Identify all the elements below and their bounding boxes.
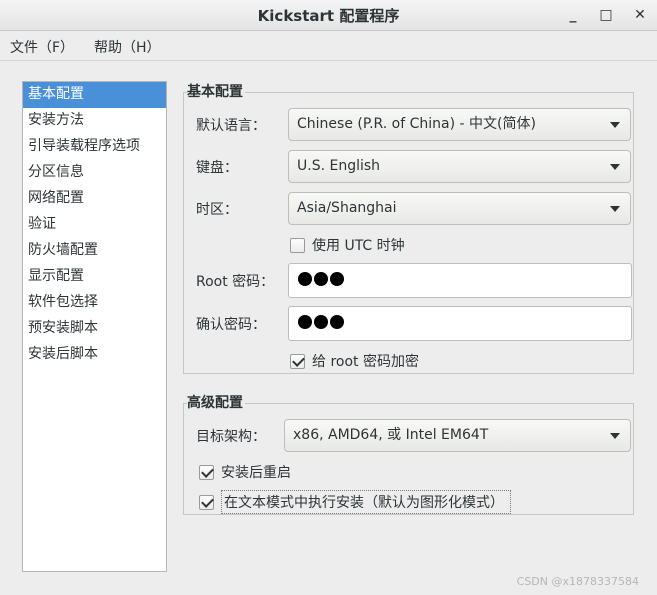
menu-file[interactable]: 文件（F）: [10, 37, 74, 57]
menu-bar: 文件（F） 帮助（H）: [0, 31, 657, 61]
root-password-label: Root 密码：: [196, 274, 275, 290]
title-bar: Kickstart 配置程序 _ □ ✕: [0, 0, 657, 31]
password-dot: [330, 272, 344, 286]
checkbox-icon[interactable]: [290, 353, 305, 369]
text-mode-install-checkbox[interactable]: 在文本模式中执行安装（默认为图形化模式）: [199, 490, 511, 514]
sidebar-item-firewall-config[interactable]: 防火墙配置: [23, 238, 166, 264]
password-dot: [314, 272, 328, 286]
chevron-down-icon: [610, 122, 620, 128]
target-arch-value: x86, AMD64, 或 Intel EM64T: [293, 427, 489, 443]
menu-help[interactable]: 帮助（H）: [94, 37, 161, 57]
minimize-button[interactable]: _: [561, 4, 585, 26]
sidebar-item-bootloader-options[interactable]: 引导装载程序选项: [23, 134, 166, 160]
timezone-select[interactable]: Asia/Shanghai: [288, 192, 631, 225]
timezone-label: 时区：: [196, 202, 238, 218]
root-password-input[interactable]: [288, 263, 632, 298]
sidebar-item-network-config[interactable]: 网络配置: [23, 186, 166, 212]
password-dot: [314, 315, 328, 329]
confirm-password-input[interactable]: [288, 306, 632, 341]
password-mask: [298, 272, 344, 286]
encrypt-root-password-checkbox[interactable]: 给 root 密码加密: [290, 351, 419, 371]
advanced-config-title: 高级配置: [187, 392, 245, 412]
encrypt-root-password-label: 给 root 密码加密: [312, 354, 419, 370]
utc-clock-label: 使用 UTC 时钟: [312, 238, 405, 254]
sidebar-item-postinstall-script[interactable]: 安装后脚本: [23, 342, 166, 368]
sidebar-item-basic-config[interactable]: 基本配置: [23, 82, 166, 108]
checkbox-icon[interactable]: [199, 494, 214, 510]
password-dot: [298, 315, 312, 329]
checkbox-icon[interactable]: [199, 464, 214, 480]
language-label: 默认语言：: [196, 118, 266, 134]
target-arch-select[interactable]: x86, AMD64, 或 Intel EM64T: [284, 419, 631, 452]
sidebar-item-partition-info[interactable]: 分区信息: [23, 160, 166, 186]
sidebar-item-preinstall-script[interactable]: 预安装脚本: [23, 316, 166, 342]
watermark: CSDN @x1878337584: [516, 575, 639, 588]
reboot-after-install-label: 安装后重启: [221, 465, 291, 481]
password-dot: [330, 315, 344, 329]
timezone-value: Asia/Shanghai: [297, 200, 397, 216]
utc-clock-checkbox[interactable]: 使用 UTC 时钟: [290, 235, 405, 255]
window-title: Kickstart 配置程序: [257, 7, 400, 25]
sidebar-item-install-method[interactable]: 安装方法: [23, 108, 166, 134]
checkbox-icon[interactable]: [290, 237, 305, 253]
target-arch-label: 目标架构：: [196, 429, 266, 445]
text-mode-install-label: 在文本模式中执行安装（默认为图形化模式）: [221, 490, 511, 514]
sidebar-item-display-config[interactable]: 显示配置: [23, 264, 166, 290]
keyboard-label: 键盘：: [196, 160, 238, 176]
basic-config-title: 基本配置: [187, 81, 245, 101]
language-value: Chinese (P.R. of China) - 中文(简体): [297, 116, 536, 132]
sidebar-list: 基本配置 安装方法 引导装载程序选项 分区信息 网络配置 验证 防火墙配置 显示…: [22, 81, 167, 572]
confirm-password-label: 确认密码：: [196, 317, 266, 333]
sidebar-item-package-selection[interactable]: 软件包选择: [23, 290, 166, 316]
reboot-after-install-checkbox[interactable]: 安装后重启: [199, 462, 291, 482]
password-mask: [298, 315, 344, 329]
chevron-down-icon: [610, 164, 620, 170]
language-select[interactable]: Chinese (P.R. of China) - 中文(简体): [288, 108, 631, 141]
chevron-down-icon: [610, 433, 620, 439]
sidebar-item-authentication[interactable]: 验证: [23, 212, 166, 238]
keyboard-value: U.S. English: [297, 158, 381, 174]
password-dot: [298, 272, 312, 286]
maximize-button[interactable]: □: [594, 4, 618, 26]
keyboard-select[interactable]: U.S. English: [288, 150, 631, 183]
chevron-down-icon: [610, 206, 620, 212]
close-button[interactable]: ✕: [628, 4, 652, 26]
